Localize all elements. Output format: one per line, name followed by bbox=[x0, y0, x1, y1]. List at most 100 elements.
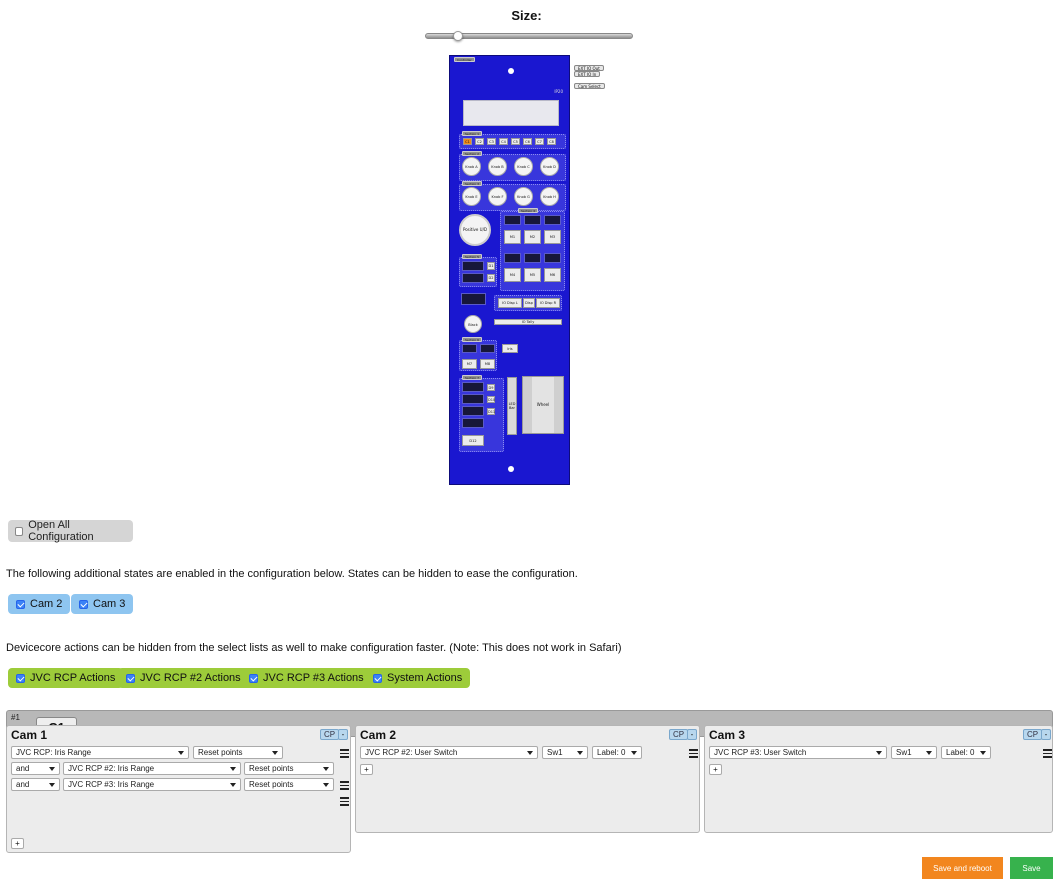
d9-button[interactable]: D9 bbox=[487, 384, 495, 391]
menu-icon[interactable] bbox=[1043, 749, 1052, 758]
label-select[interactable]: Label: 0 bbox=[592, 746, 642, 759]
checkbox-icon[interactable] bbox=[126, 673, 135, 683]
io-disp-r-button[interactable]: IO Disp R bbox=[536, 298, 560, 308]
cam-button-c7[interactable]: C7 bbox=[535, 138, 544, 145]
cam-button-c6[interactable]: C6 bbox=[523, 138, 532, 145]
m6-button[interactable]: M6 bbox=[544, 268, 561, 282]
join-select[interactable]: and bbox=[11, 762, 60, 775]
param-select[interactable]: Reset points bbox=[244, 778, 334, 791]
action-select[interactable]: JVC RCP #3: User Switch bbox=[709, 746, 887, 759]
param-select[interactable]: Reset points bbox=[244, 762, 334, 775]
d12-button[interactable]: D12 bbox=[462, 435, 484, 446]
iris-button[interactable]: Iris bbox=[502, 344, 518, 353]
checkbox-icon[interactable] bbox=[249, 673, 258, 683]
menu-icon[interactable] bbox=[689, 749, 698, 758]
param-select[interactable]: Reset points bbox=[193, 746, 283, 759]
param-select[interactable]: Sw1 bbox=[891, 746, 937, 759]
knob-e[interactable]: Knob E bbox=[462, 187, 481, 206]
d2-button[interactable]: D2 bbox=[487, 274, 495, 282]
checkbox-icon[interactable] bbox=[16, 673, 25, 683]
size-slider-thumb[interactable] bbox=[453, 31, 463, 41]
m7-button[interactable]: M7 bbox=[462, 359, 477, 369]
cam-select-tag[interactable]: Cam Select bbox=[574, 83, 605, 89]
save-and-reboot-button[interactable]: Save and reboot bbox=[922, 857, 1003, 879]
action-group-jvc-rcp-3[interactable]: JVC RCP #3 Actions bbox=[241, 668, 372, 688]
knob-f[interactable]: Knob F bbox=[488, 187, 507, 206]
knob-b[interactable]: Knob B bbox=[488, 157, 507, 176]
knob-g[interactable]: Knob G bbox=[514, 187, 533, 206]
checkbox-icon[interactable] bbox=[16, 599, 25, 609]
menu-icon[interactable] bbox=[340, 749, 349, 758]
wheel-rim-right bbox=[554, 377, 563, 433]
collapse-button[interactable]: - bbox=[338, 729, 348, 740]
device-panel: Controller IP20 Section 1 C1 C2 C3 C4 C5… bbox=[449, 55, 570, 485]
param-select[interactable]: Sw1 bbox=[542, 746, 588, 759]
checkbox-icon[interactable] bbox=[79, 599, 88, 609]
disp-button[interactable]: Disp bbox=[523, 298, 535, 308]
action-select[interactable]: JVC RCP #2: Iris Range bbox=[63, 762, 241, 775]
cam-button-c5[interactable]: C5 bbox=[511, 138, 520, 145]
device-display[interactable] bbox=[463, 100, 559, 126]
action-select[interactable]: JVC RCP #2: User Switch bbox=[360, 746, 538, 759]
knob-d[interactable]: Knob D bbox=[540, 157, 559, 176]
section-1-label: Section 1 bbox=[462, 131, 483, 136]
cp-button[interactable]: CP bbox=[669, 729, 689, 740]
cam-button-c8[interactable]: C8 bbox=[547, 138, 556, 145]
knob-c[interactable]: Knob C bbox=[514, 157, 533, 176]
checkbox-icon[interactable] bbox=[373, 673, 382, 683]
state-toggle-cam-2[interactable]: Cam 2 bbox=[8, 594, 71, 614]
m2-button[interactable]: M2 bbox=[524, 230, 541, 244]
save-button[interactable]: Save bbox=[1010, 857, 1053, 879]
action-select[interactable]: JVC RCP: Iris Range bbox=[11, 746, 189, 759]
cam-button-c4[interactable]: C4 bbox=[499, 138, 508, 145]
actions-description: Devicecore actions can be hidden from th… bbox=[6, 642, 622, 654]
positive-ud-knob[interactable]: Positive U/D bbox=[459, 214, 491, 246]
cp-button[interactable]: CP bbox=[1023, 729, 1043, 740]
m4-button[interactable]: M4 bbox=[504, 268, 521, 282]
d11-button[interactable]: D11 bbox=[487, 408, 495, 415]
label-select[interactable]: Label: 0 bbox=[941, 746, 991, 759]
action-select[interactable]: JVC RCP #3: Iris Range bbox=[63, 778, 241, 791]
state-toggle-cam-3[interactable]: Cam 3 bbox=[71, 594, 134, 614]
collapse-button[interactable]: - bbox=[1041, 729, 1051, 740]
add-action-button[interactable]: + bbox=[709, 764, 722, 775]
menu-icon[interactable] bbox=[340, 781, 349, 790]
m8-button[interactable]: M8 bbox=[480, 359, 495, 369]
pad-12 bbox=[462, 382, 484, 392]
add-action-button[interactable]: + bbox=[360, 764, 373, 775]
pad-14 bbox=[462, 406, 484, 416]
size-slider[interactable] bbox=[425, 31, 633, 41]
black-button[interactable]: Black bbox=[464, 315, 482, 333]
ext-io-in-tag[interactable]: EXT IO In bbox=[574, 71, 601, 77]
action-group-jvc-rcp-2[interactable]: JVC RCP #2 Actions bbox=[118, 668, 249, 688]
d10-button[interactable]: D10 bbox=[487, 396, 495, 403]
cam-button-c2[interactable]: C2 bbox=[475, 138, 484, 145]
cp-button[interactable]: CP bbox=[320, 729, 340, 740]
action-group-jvc-rcp[interactable]: JVC RCP Actions bbox=[8, 668, 124, 688]
pad-2 bbox=[524, 215, 541, 225]
open-all-configuration-button[interactable]: Open All Configuration bbox=[8, 519, 133, 543]
menu-icon[interactable] bbox=[340, 797, 349, 806]
collapse-button[interactable]: - bbox=[687, 729, 697, 740]
knob-h[interactable]: Knob H bbox=[540, 187, 559, 206]
action-group-system[interactable]: System Actions bbox=[365, 668, 471, 688]
d1-button[interactable]: D1 bbox=[487, 262, 495, 270]
action-group-label: JVC RCP #2 Actions bbox=[140, 672, 241, 684]
m3-button[interactable]: M3 bbox=[544, 230, 561, 244]
cam-title: Cam 3 bbox=[709, 728, 746, 742]
state-label: Cam 2 bbox=[30, 598, 63, 610]
m5-button[interactable]: M5 bbox=[524, 268, 541, 282]
knob-a[interactable]: Knob A bbox=[462, 157, 481, 176]
m1-button[interactable]: M1 bbox=[504, 230, 521, 244]
wheel[interactable]: Wheel bbox=[522, 376, 564, 434]
open-all-checkbox[interactable] bbox=[15, 526, 24, 536]
io-disp-l-button[interactable]: IO Disp L bbox=[498, 298, 522, 308]
cam-button-c1[interactable]: C1 bbox=[463, 138, 472, 145]
pad-9 bbox=[461, 293, 486, 305]
add-action-button[interactable]: + bbox=[11, 838, 24, 849]
section-7-label: Section 7 bbox=[462, 375, 483, 380]
join-select[interactable]: and bbox=[11, 778, 60, 791]
action-group-label: System Actions bbox=[387, 672, 463, 684]
cam-button-c3[interactable]: C3 bbox=[487, 138, 496, 145]
pad-3 bbox=[544, 215, 561, 225]
